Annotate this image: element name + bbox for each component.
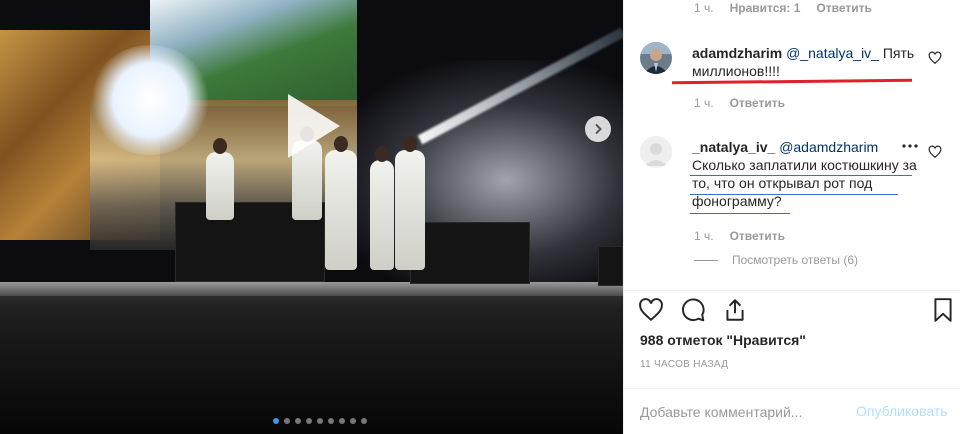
stage-floor xyxy=(0,282,623,434)
stage-edge xyxy=(0,282,623,296)
comment-mention[interactable]: @_natalya_iv_ xyxy=(786,45,879,61)
next-slide-button[interactable] xyxy=(585,116,611,142)
spotlight-glow xyxy=(90,45,210,155)
performer xyxy=(370,146,394,270)
comment-username[interactable]: adamdzharim xyxy=(692,45,782,61)
view-replies-label: Посмотреть ответы (6) xyxy=(732,253,859,267)
comment-mention[interactable]: @adamdzharim xyxy=(779,139,878,155)
carousel-dot xyxy=(317,418,323,424)
comment: _natalya_iv_ @adamdzharim Сколько заплат… xyxy=(692,138,920,210)
carousel-dot xyxy=(295,418,301,424)
carousel-indicator xyxy=(273,418,367,424)
replies-divider xyxy=(694,259,718,261)
highlight-underline xyxy=(690,175,912,176)
performer xyxy=(395,136,425,270)
post-timestamp: 11 ЧАСОВ НАЗАД xyxy=(640,359,729,370)
bookmark-icon[interactable] xyxy=(930,297,956,323)
likes-count[interactable]: 988 отметок "Нравится" xyxy=(640,332,806,348)
carousel-dot xyxy=(350,418,356,424)
carousel-dot xyxy=(339,418,345,424)
carousel-dot xyxy=(306,418,312,424)
reply-button[interactable]: Ответить xyxy=(730,96,785,110)
comment-time: 1 ч. xyxy=(694,96,714,110)
comment-meta: 1 ч. Ответить xyxy=(694,229,785,243)
post-media[interactable] xyxy=(0,0,623,434)
highlight-underline xyxy=(690,194,898,195)
heart-icon[interactable] xyxy=(928,145,942,159)
carousel-dot xyxy=(328,418,334,424)
comment-icon[interactable] xyxy=(680,297,706,323)
carousel-dot xyxy=(284,418,290,424)
more-icon[interactable] xyxy=(902,143,918,149)
performer xyxy=(325,136,357,270)
carousel-dot xyxy=(361,418,367,424)
comment-username[interactable]: _natalya_iv_ xyxy=(692,139,775,155)
heart-icon[interactable] xyxy=(928,51,942,65)
view-replies-button[interactable]: Посмотреть ответы (6) xyxy=(694,253,858,267)
publish-button[interactable]: Опубликовать xyxy=(856,403,948,419)
performer xyxy=(206,138,234,220)
comment-time: 1 ч. xyxy=(694,229,714,243)
avatar[interactable] xyxy=(640,136,672,168)
play-icon[interactable] xyxy=(274,90,346,162)
comment-input[interactable] xyxy=(640,401,850,423)
stage-speaker xyxy=(410,222,530,284)
comment-form: Опубликовать xyxy=(624,388,960,434)
avatar[interactable] xyxy=(640,42,672,74)
comment-likes[interactable]: Нравится: 1 xyxy=(730,1,801,15)
share-icon[interactable] xyxy=(722,297,748,323)
heart-icon[interactable] xyxy=(638,297,664,323)
stage-speaker xyxy=(598,246,623,286)
comment: adamdzharim @_natalya_iv_ Пять миллионов… xyxy=(692,44,920,80)
comment-text: Сколько заплатили костюшкину за то, что … xyxy=(692,157,917,209)
comment-time: 1 ч. xyxy=(694,1,714,15)
chevron-right-icon xyxy=(595,123,602,135)
comment-meta: 1 ч. Нравится: 1 Ответить xyxy=(694,1,872,15)
reply-button[interactable]: Ответить xyxy=(816,1,871,15)
carousel-dot xyxy=(273,418,279,424)
highlight-underline xyxy=(690,213,790,214)
post-sidebar: 1 ч. Нравится: 1 Ответить adamdzharim @_… xyxy=(623,0,960,434)
reply-button[interactable]: Ответить xyxy=(730,229,785,243)
post-action-bar xyxy=(624,290,960,330)
comment-meta: 1 ч. Ответить xyxy=(694,96,785,110)
